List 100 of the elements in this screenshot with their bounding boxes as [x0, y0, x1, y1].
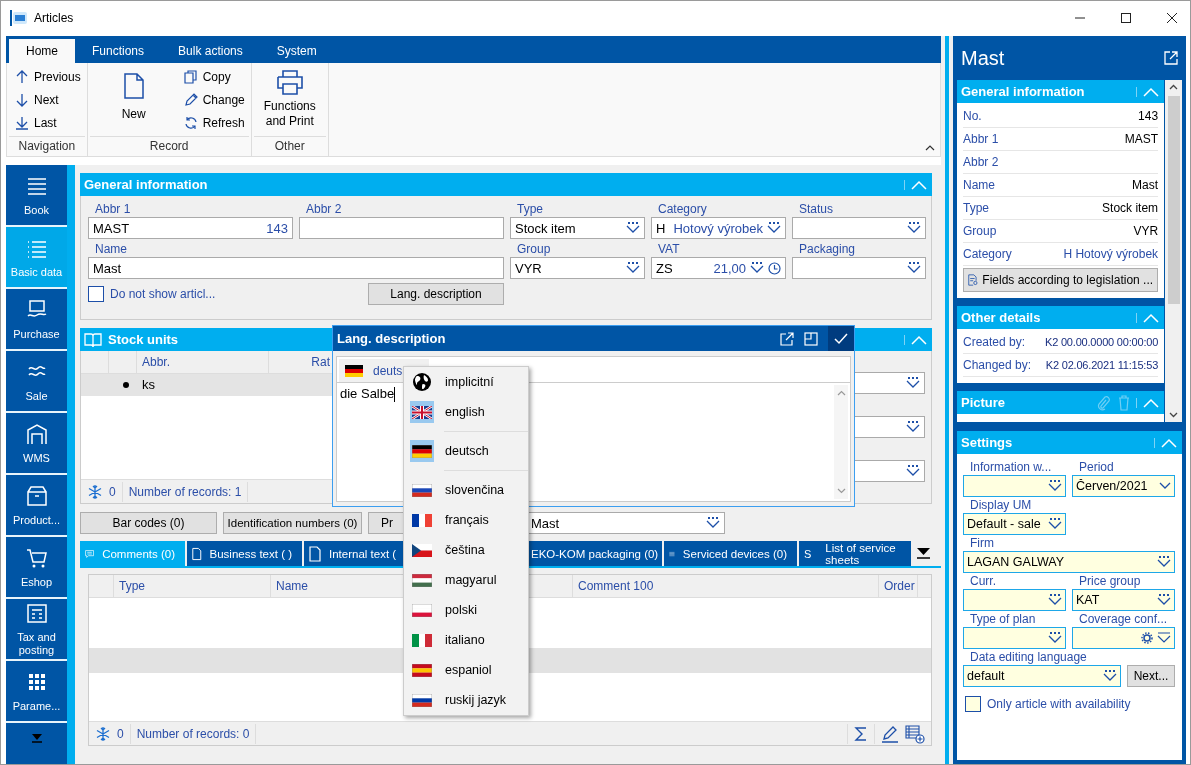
- tab[interactable]: Business text ( ): [187, 541, 302, 566]
- menu-item[interactable]: slovenčina: [404, 475, 528, 505]
- input-field[interactable]: [299, 217, 504, 239]
- input-field[interactable]: [792, 257, 926, 279]
- column-header[interactable]: Comment 100: [573, 575, 879, 597]
- dropdown-icon[interactable]: [1048, 632, 1062, 644]
- section-header: Settings: [957, 431, 1182, 454]
- layout-icon[interactable]: [804, 331, 818, 346]
- filter-icon[interactable]: [1157, 632, 1171, 644]
- input-field[interactable]: [963, 627, 1066, 649]
- ribbon-button[interactable]: Copy: [177, 65, 249, 88]
- ribbon-button[interactable]: Functions and Print: [253, 65, 326, 129]
- ribbon-button[interactable]: Change: [177, 88, 249, 111]
- input-field[interactable]: [963, 475, 1066, 497]
- clock-icon[interactable]: [768, 261, 781, 275]
- scroll-up-icon[interactable]: [1169, 84, 1179, 90]
- dropdown-icon[interactable]: [706, 517, 720, 529]
- dropdown-icon[interactable]: [906, 377, 920, 389]
- input-field[interactable]: [1072, 627, 1175, 649]
- input-field[interactable]: Default - sale: [963, 513, 1066, 535]
- input-field[interactable]: [963, 589, 1066, 611]
- action-button[interactable]: Bar codes (0): [80, 512, 217, 534]
- maximize-icon[interactable]: [1120, 11, 1132, 24]
- tab[interactable]: Serviced devices (0): [664, 541, 797, 566]
- scrollbar[interactable]: [1165, 80, 1182, 422]
- checkbox[interactable]: [965, 696, 981, 712]
- open-external-icon[interactable]: [780, 331, 794, 346]
- sum-icon[interactable]: [854, 725, 868, 742]
- snowflake-icon[interactable]: [95, 725, 111, 742]
- dropdown-icon[interactable]: [626, 222, 640, 234]
- collapse-icon[interactable]: [925, 144, 935, 151]
- dropdown-icon[interactable]: [907, 222, 921, 234]
- ribbon-button[interactable]: Previous: [9, 65, 85, 88]
- input-field[interactable]: Stock item: [510, 217, 645, 239]
- lang-description-button[interactable]: Lang. description: [368, 283, 504, 305]
- field-label: Firm: [969, 536, 995, 551]
- column-header[interactable]: Type: [114, 575, 271, 597]
- chevron-down-icon[interactable]: [1159, 482, 1171, 490]
- input-field[interactable]: default: [963, 665, 1121, 687]
- scroll-down-icon[interactable]: [1169, 412, 1179, 418]
- input-field[interactable]: KAT: [1072, 589, 1175, 611]
- input-field[interactable]: Červen/2021: [1072, 475, 1175, 497]
- dropdown-icon[interactable]: [750, 262, 764, 274]
- dropdown-icon[interactable]: [1048, 518, 1062, 530]
- dropdown-icon[interactable]: [906, 421, 920, 433]
- menu-item[interactable]: english: [404, 397, 528, 427]
- close-icon[interactable]: [1166, 11, 1178, 24]
- tab[interactable]: S List of service sheets: [799, 541, 911, 566]
- input-field[interactable]: LAGAN GALWAY: [963, 551, 1175, 573]
- legislation-button[interactable]: Fields according to legislation ...: [963, 268, 1159, 292]
- open-external-icon[interactable]: [1164, 51, 1178, 65]
- input-field[interactable]: H Hotový výrobek: [651, 217, 786, 239]
- column-header[interactable]: Abbr.: [137, 351, 269, 373]
- ribbon-button[interactable]: New: [89, 65, 178, 129]
- dropdown-icon[interactable]: [1157, 556, 1171, 568]
- more-tabs-icon[interactable]: [917, 548, 930, 559]
- dropdown-icon[interactable]: [1103, 670, 1117, 682]
- checkbox[interactable]: [88, 286, 104, 302]
- ribbon-tab[interactable]: Bulk actions: [161, 39, 260, 63]
- menu-item[interactable]: espaniol: [404, 655, 528, 685]
- dropdown-icon[interactable]: [906, 465, 920, 477]
- book-icon: [84, 331, 102, 348]
- pencil-icon[interactable]: [881, 724, 899, 743]
- input-field[interactable]: MAST 143: [88, 217, 293, 239]
- dropdown-icon[interactable]: [626, 262, 640, 274]
- input-field[interactable]: Mast: [88, 257, 504, 279]
- action-button[interactable]: Identification numbers (0): [223, 512, 362, 534]
- dropdown-icon[interactable]: [907, 262, 921, 274]
- column-header[interactable]: Order: [879, 575, 918, 597]
- next-button[interactable]: Next...: [1127, 665, 1175, 687]
- menu-item[interactable]: deutsch: [404, 436, 528, 466]
- ribbon-tab[interactable]: Functions: [75, 39, 162, 63]
- printer-icon: [275, 69, 304, 95]
- input-field[interactable]: [792, 217, 926, 239]
- menu-item[interactable]: italiano: [404, 625, 528, 655]
- up-arrow-icon: [15, 69, 29, 84]
- field-value: K2 02.06.2021 11:15:53: [1045, 359, 1159, 371]
- field-label: Name: [963, 178, 995, 192]
- add-table-icon[interactable]: [905, 723, 925, 744]
- gear-icon[interactable]: [1141, 632, 1153, 644]
- ribbon-tab[interactable]: System: [259, 39, 334, 63]
- section-header: General information: [957, 80, 1165, 103]
- ribbon-button[interactable]: Next: [9, 88, 85, 111]
- ribbon-button[interactable]: Last: [9, 111, 85, 134]
- input-field[interactable]: ZS 21,00: [651, 257, 786, 279]
- dropdown-icon[interactable]: [1157, 594, 1171, 606]
- dropdown-icon[interactable]: [1048, 594, 1062, 606]
- confirm-button[interactable]: [828, 326, 854, 351]
- dropdown-icon[interactable]: [1048, 480, 1062, 492]
- menu-item[interactable]: ruskij jazyk: [404, 685, 528, 715]
- ribbon-button[interactable]: Refresh: [177, 111, 249, 134]
- field-label: VAT: [657, 242, 681, 257]
- paperclip-icon[interactable]: [1096, 394, 1111, 411]
- menu-item[interactable]: polski: [404, 595, 528, 625]
- flag-icon: [412, 663, 432, 677]
- input-field[interactable]: VYR: [510, 257, 645, 279]
- dropdown-icon[interactable]: [767, 222, 781, 234]
- ribbon-tab[interactable]: Home: [9, 39, 75, 63]
- snowflake-icon[interactable]: [87, 483, 103, 500]
- field-label: Category: [963, 247, 1012, 261]
